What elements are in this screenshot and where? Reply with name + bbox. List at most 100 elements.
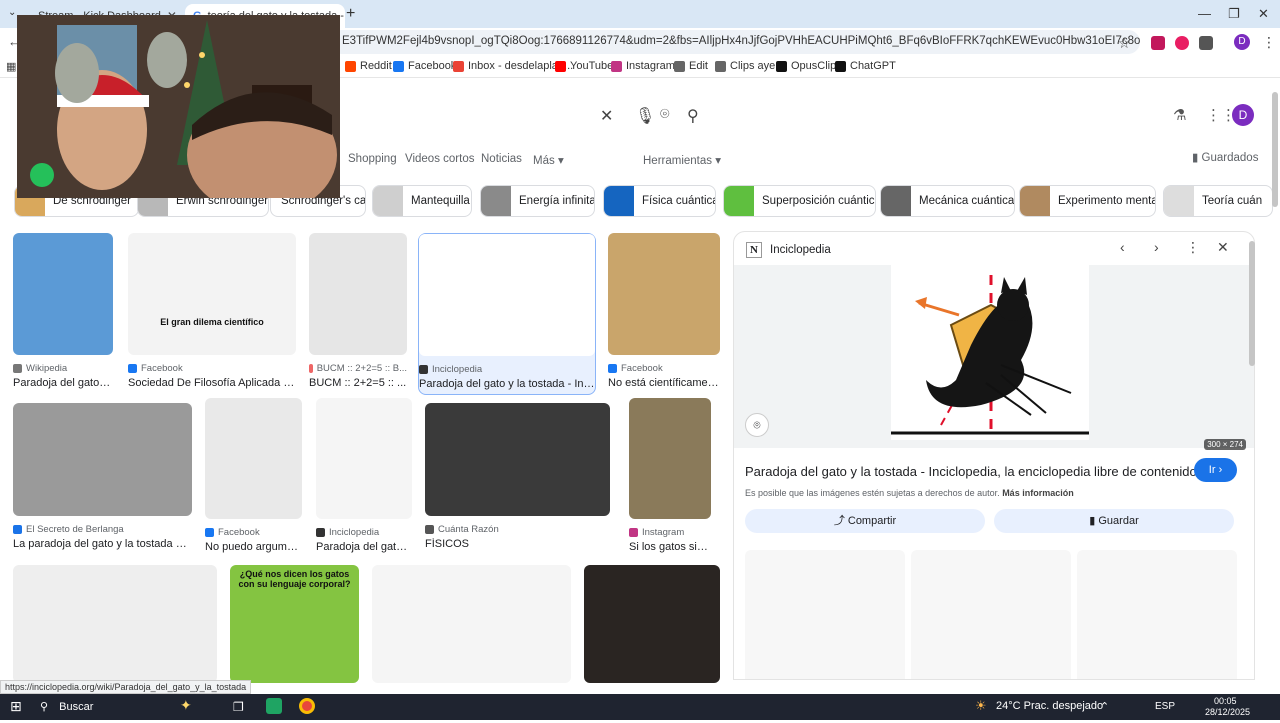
bookmark-label: OpusClip [791,60,837,72]
more-options-icon[interactable]: ⋮ [1186,239,1200,256]
extensions-puzzle-icon[interactable] [1199,36,1213,50]
bookmark-favicon-icon [345,60,356,72]
result-thumbnail: ¿Qué nos dicen los gatos con su lenguaje… [230,565,359,683]
url-field[interactable]: E3TifPWM2Fejl4b9vsnopI_ogTQi8Oog:1766891… [330,30,1140,54]
app-icon[interactable] [266,698,282,714]
image-result-card[interactable]: Cuánta Razón FÍSICOS [425,403,610,556]
image-result-card[interactable]: BUCM :: 2+2=5 :: B... BUCM :: 2+2=5 :: ..… [309,233,407,395]
tab-short-videos[interactable]: Videos cortos [405,153,474,165]
search-box[interactable]: ✕ 🎙 ⌾ ⚲ [330,100,715,132]
language-indicator[interactable]: ESP [1155,701,1175,712]
tab-more[interactable]: Más ▾ [533,153,564,167]
clear-search-icon[interactable]: ✕ [600,106,613,126]
saved-label: Guardados [1201,152,1259,164]
result-title[interactable]: No está científicament... [608,377,720,389]
related-search-chip[interactable]: Superposición cuántica [723,185,876,217]
task-view-icon[interactable]: ❐ [233,700,244,714]
result-title[interactable]: Paradoja del gato ... [316,541,412,553]
apps-grid-icon[interactable]: ▦ [6,60,16,73]
image-result-card[interactable]: Inciclopedia Paradoja del gato y la tosta… [418,233,597,395]
more-info-link[interactable]: Más información [1002,488,1074,498]
source-name: Facebook [218,527,260,538]
tray-chevron-icon[interactable]: ⌃ [1100,700,1109,713]
lens-search-icon[interactable]: ⌾ [745,413,769,437]
related-image-2[interactable] [911,550,1071,679]
lens-search-icon[interactable]: ⌾ [660,106,670,124]
close-panel-icon[interactable]: ✕ [1217,239,1229,256]
related-search-chip[interactable]: Energía infinita [480,185,595,217]
result-title[interactable]: La paradoja del gato y la tostada – El .… [13,538,192,550]
bookmark-item[interactable]: YouTube [555,60,613,72]
result-title[interactable]: Sociedad De Filosofía Aplicada - El ... [128,377,296,389]
labs-flask-icon[interactable]: ⚗ [1173,106,1186,124]
account-avatar[interactable]: D [1232,104,1254,126]
bookmark-item[interactable]: Instagram [611,60,675,72]
profile-avatar[interactable]: D [1234,34,1250,50]
related-search-chip[interactable]: Mantequilla [372,185,472,217]
next-image-icon[interactable]: › [1154,239,1159,255]
voice-search-icon[interactable]: 🎙 [635,106,655,126]
bookmark-item[interactable]: Edit [674,60,708,72]
panel-site-header[interactable]: N Inciclopedia [746,242,831,258]
copilot-sparkle-icon[interactable]: ✦ [180,697,192,714]
source-favicon-icon [629,528,638,537]
tools-button[interactable]: Herramientas ▾ [643,153,721,167]
result-title[interactable]: Paradoja del gato y... [13,377,113,389]
result-title[interactable]: Paradoja del gato y la tostada - Incicl.… [419,378,597,390]
visit-button[interactable]: Ir › [1194,458,1237,482]
image-result-card[interactable]: Wikipedia Paradoja del gato y... [13,233,113,395]
windows-start-icon[interactable]: ⊞ [10,698,22,715]
bookmark-star-icon[interactable]: ☆ [1118,35,1131,52]
bookmark-item[interactable]: Clips ayer [715,60,779,72]
new-tab-icon[interactable]: + [346,5,355,23]
result-source: Cuánta Razón [425,524,610,535]
bookmark-item[interactable]: OpusClip [776,60,836,72]
bookmark-item[interactable]: Reddit [345,60,392,72]
bookmark-item[interactable]: Facebook [393,60,456,72]
extension-icon-2[interactable] [1175,36,1189,50]
result-title[interactable]: Si los gatos siempr... [629,541,711,553]
related-search-chip[interactable]: Mecánica cuántica [880,185,1015,217]
panel-scrollbar[interactable] [1249,241,1255,366]
related-search-chip[interactable]: Teoría cuán [1163,185,1273,217]
related-search-chip[interactable]: Física cuántica [603,185,716,217]
clock-date[interactable]: 28/12/2025 [1205,707,1250,717]
minimize-icon[interactable]: — [1198,6,1211,21]
bookmark-item[interactable]: ChatGPT [835,60,896,72]
result-title[interactable]: BUCM :: 2+2=5 :: ... [309,377,407,389]
related-image-3[interactable] [1077,550,1237,679]
save-button[interactable]: ▮ Guardar [994,509,1234,533]
search-icon[interactable]: ⚲ [687,106,699,126]
image-result-card[interactable]: Facebook No está científicament... [608,233,720,395]
chrome-icon[interactable] [299,698,315,714]
close-window-icon[interactable]: ✕ [1258,6,1269,22]
saved-button[interactable]: ▮ Guardados [1192,150,1258,164]
tab-search-icon[interactable]: ⌄ [8,7,16,18]
clock-time[interactable]: 00:05 [1214,696,1237,706]
result-title[interactable]: FÍSICOS [425,538,610,550]
image-result-card[interactable]: Facebook No puedo argume... [205,398,302,559]
browser-menu-icon[interactable]: ⋮ [1262,34,1276,51]
image-result-card[interactable]: El Secreto de Berlanga La paradoja del ga… [13,403,192,556]
bookmark-favicon-icon [715,60,726,72]
taskbar-search[interactable]: ⚲ Buscar [40,700,93,713]
image-result-card[interactable]: El gran dilema científico Facebook Socieda… [128,233,296,395]
image-result-card[interactable]: Instagram Si los gatos siempr... [629,398,711,559]
previous-image-icon[interactable]: ‹ [1120,239,1125,255]
panel-title-link[interactable]: Paradoja del gato y la tostada - Inciclo… [745,464,1197,479]
tab-shopping[interactable]: Shopping [348,153,397,165]
result-thumbnail [13,565,217,683]
restore-icon[interactable]: ❐ [1228,6,1240,22]
result-thumbnail [629,398,711,519]
share-button[interactable]: ⤴ Compartir [745,509,985,533]
related-search-chip[interactable]: Experimento mental [1019,185,1156,217]
related-image-1[interactable] [745,550,905,679]
page-scrollbar[interactable] [1272,92,1278,207]
extension-icon-1[interactable] [1151,36,1165,50]
result-title[interactable]: No puedo argume... [205,541,302,553]
weather-text[interactable]: 24°C Prac. despejado [996,700,1103,712]
image-result-card[interactable]: Inciclopedia Paradoja del gato ... [316,398,412,559]
tab-news[interactable]: Noticias [481,153,522,165]
image-dimensions: 300 × 274 [1204,439,1246,450]
preview-image[interactable] [891,265,1089,440]
